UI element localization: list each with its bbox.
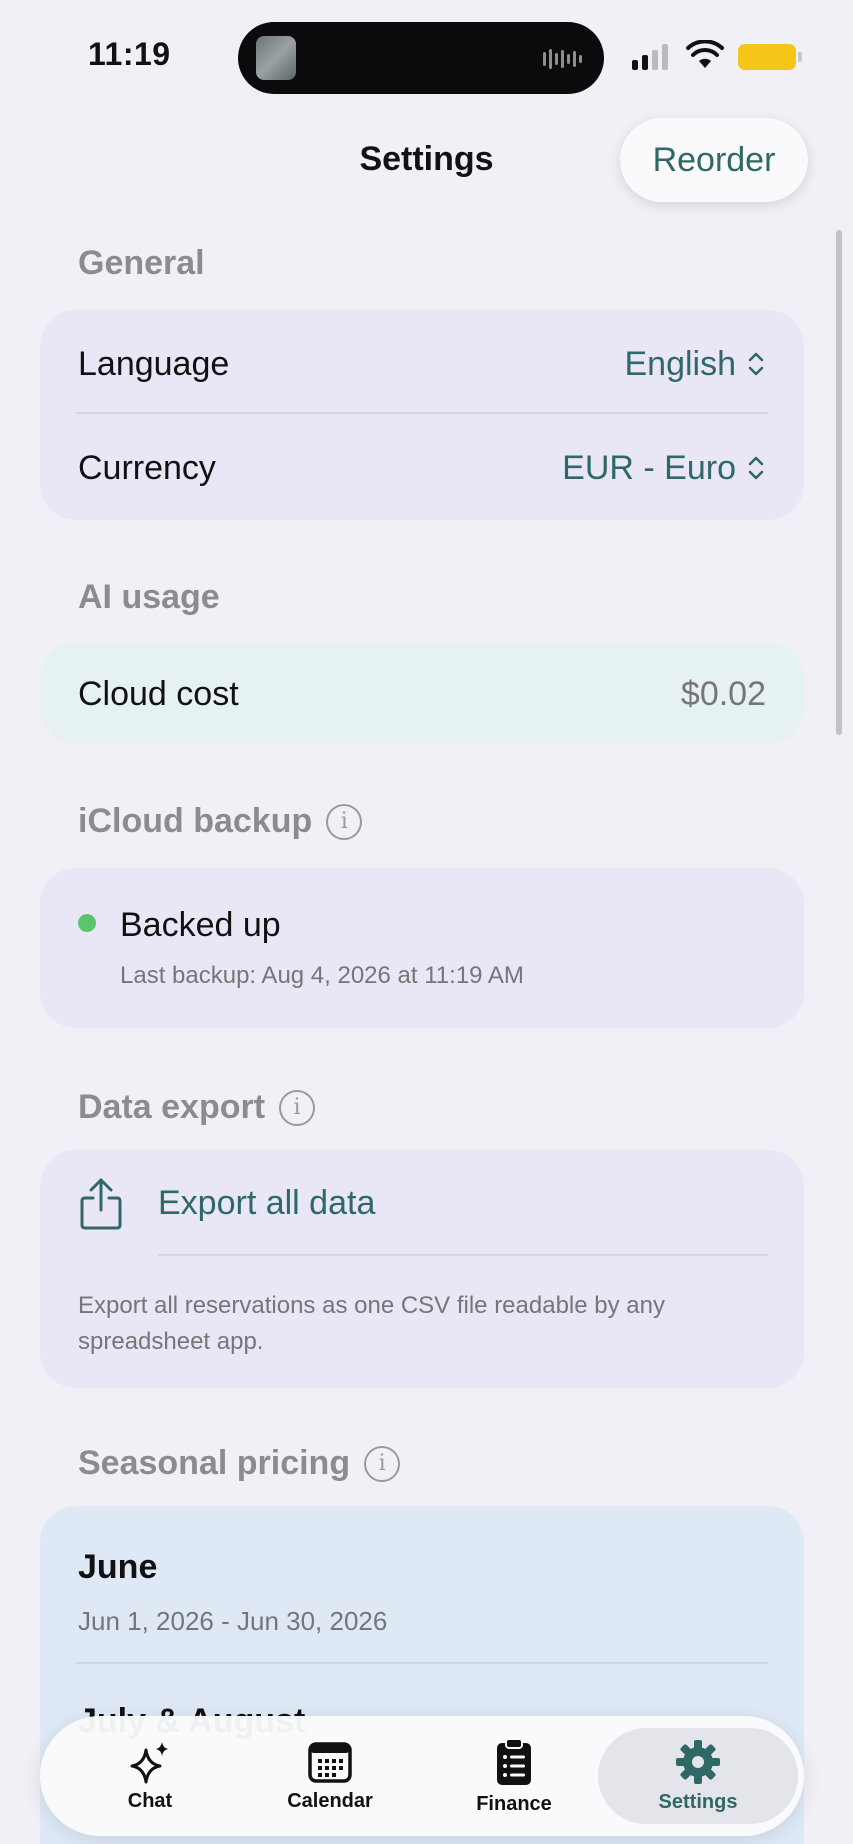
export-all-data-link[interactable]: Export all data bbox=[158, 1184, 375, 1223]
tab-chat[interactable]: Chat bbox=[80, 1716, 220, 1836]
chevron-up-down-icon bbox=[748, 456, 764, 480]
currency-picker[interactable]: EUR - Euro bbox=[562, 449, 766, 488]
divider bbox=[76, 1662, 768, 1664]
section-header-seasonal-pricing: Seasonal pricing i bbox=[78, 1444, 401, 1483]
dynamic-island[interactable] bbox=[238, 22, 604, 94]
icloud-backup-card: Backed up Last backup: Aug 4, 2026 at 11… bbox=[40, 868, 804, 1028]
cloud-cost-row: Cloud cost $0.02 bbox=[78, 664, 766, 724]
info-icon[interactable]: i bbox=[326, 803, 363, 840]
divider bbox=[158, 1254, 768, 1256]
cloud-cost-label: Cloud cost bbox=[78, 674, 239, 713]
scrollbar[interactable] bbox=[836, 230, 842, 735]
sparkles-icon bbox=[130, 1741, 168, 1783]
tab-bar: Chat Calendar Finance Settings bbox=[40, 1716, 804, 1836]
clipboard-list-icon bbox=[497, 1737, 531, 1785]
season-date-range: Jun 1, 2026 - Jun 30, 2026 bbox=[78, 1606, 388, 1636]
battery-tip bbox=[798, 52, 802, 62]
currency-value: EUR - Euro bbox=[562, 448, 736, 487]
season-item[interactable]: June Jun 1, 2026 - Jun 30, 2026 bbox=[78, 1526, 766, 1656]
section-header-icloud-backup: iCloud backup i bbox=[78, 802, 363, 841]
backup-status-dot bbox=[78, 914, 96, 932]
section-title: AI usage bbox=[78, 578, 220, 616]
export-description-line: Export all reservations as one CSV file … bbox=[78, 1292, 665, 1319]
share-icon bbox=[80, 1178, 122, 1230]
calendar-icon bbox=[308, 1741, 352, 1783]
section-title: Data export bbox=[78, 1088, 266, 1126]
language-value: English bbox=[624, 344, 736, 383]
tab-settings[interactable]: Settings bbox=[628, 1716, 768, 1836]
tab-calendar[interactable]: Calendar bbox=[260, 1716, 400, 1836]
cellular-signal-icon bbox=[632, 44, 668, 70]
ai-usage-card: Cloud cost $0.02 bbox=[40, 642, 804, 744]
export-row[interactable]: Export all data bbox=[40, 1150, 804, 1256]
section-title: Seasonal pricing bbox=[78, 1444, 351, 1482]
battery-icon bbox=[738, 44, 796, 70]
section-header-general: General bbox=[78, 244, 205, 283]
export-description: Export all reservations as one CSV file … bbox=[78, 1288, 665, 1360]
divider bbox=[76, 412, 768, 414]
section-title: General bbox=[78, 244, 205, 282]
section-title: iCloud backup bbox=[78, 802, 313, 840]
tab-label: Finance bbox=[476, 1792, 552, 1815]
tab-label: Calendar bbox=[287, 1789, 373, 1812]
general-card: Language English Currency EUR - Euro bbox=[40, 310, 804, 520]
chevron-up-down-icon bbox=[748, 352, 764, 376]
cloud-cost-value: $0.02 bbox=[680, 674, 766, 713]
gear-icon bbox=[676, 1739, 720, 1784]
reorder-button[interactable]: Reorder bbox=[620, 118, 808, 202]
backup-status: Backed up bbox=[120, 906, 281, 944]
tab-label: Settings bbox=[658, 1790, 738, 1813]
tab-finance[interactable]: Finance bbox=[444, 1716, 584, 1836]
language-label: Language bbox=[78, 344, 230, 383]
status-time: 11:19 bbox=[88, 36, 171, 72]
info-icon[interactable]: i bbox=[279, 1089, 316, 1126]
export-description-line: spreadsheet app. bbox=[78, 1328, 264, 1355]
currency-label: Currency bbox=[78, 448, 216, 487]
last-backup-text: Last backup: Aug 4, 2026 at 11:19 AM bbox=[120, 962, 524, 989]
data-export-card: Export all data Export all reservations … bbox=[40, 1150, 804, 1388]
section-header-data-export: Data export i bbox=[78, 1088, 316, 1127]
now-playing-artwork bbox=[256, 36, 296, 80]
season-name: June bbox=[78, 1548, 158, 1586]
wifi-icon bbox=[686, 40, 724, 68]
language-picker[interactable]: English bbox=[624, 345, 766, 384]
tab-label: Chat bbox=[127, 1789, 173, 1812]
currency-row[interactable]: Currency EUR - Euro bbox=[78, 438, 766, 498]
audio-waveform-icon bbox=[543, 48, 582, 70]
section-header-ai-usage: AI usage bbox=[78, 578, 220, 617]
language-row[interactable]: Language English bbox=[78, 334, 766, 394]
info-icon[interactable]: i bbox=[364, 1445, 401, 1482]
